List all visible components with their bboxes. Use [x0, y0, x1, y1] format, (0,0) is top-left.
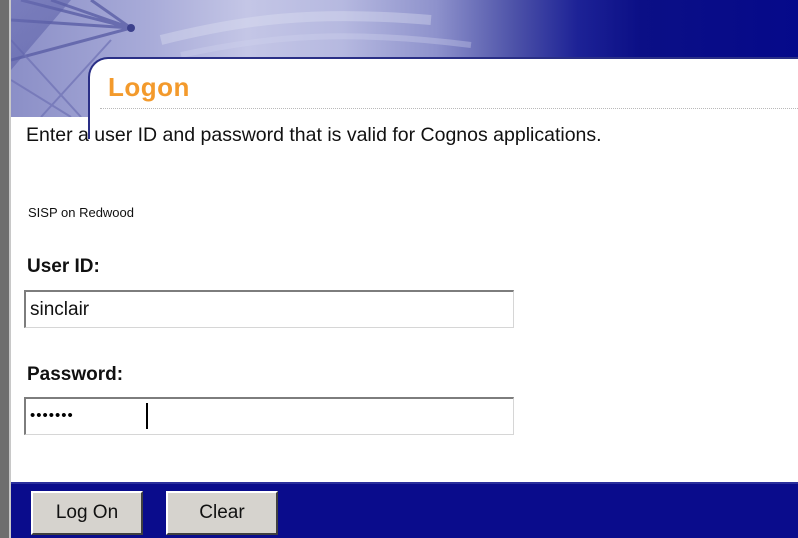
clear-button[interactable]: Clear [166, 491, 278, 535]
logon-page: Logon Enter a user ID and password that … [0, 0, 798, 538]
frame-border [0, 0, 9, 538]
user-id-input[interactable] [24, 290, 514, 328]
user-id-label: User ID: [27, 256, 100, 277]
password-label: Password: [27, 364, 124, 385]
log-on-button[interactable]: Log On [31, 491, 143, 535]
text-caret [146, 403, 148, 429]
password-input[interactable] [24, 397, 514, 435]
instructions-text: Enter a user ID and password that is val… [26, 124, 602, 146]
title-divider [100, 108, 798, 109]
password-masked-value: ••••••• [30, 407, 74, 424]
namespace-label: SISP on Redwood [28, 205, 134, 220]
page-title: Logon [108, 72, 190, 102]
